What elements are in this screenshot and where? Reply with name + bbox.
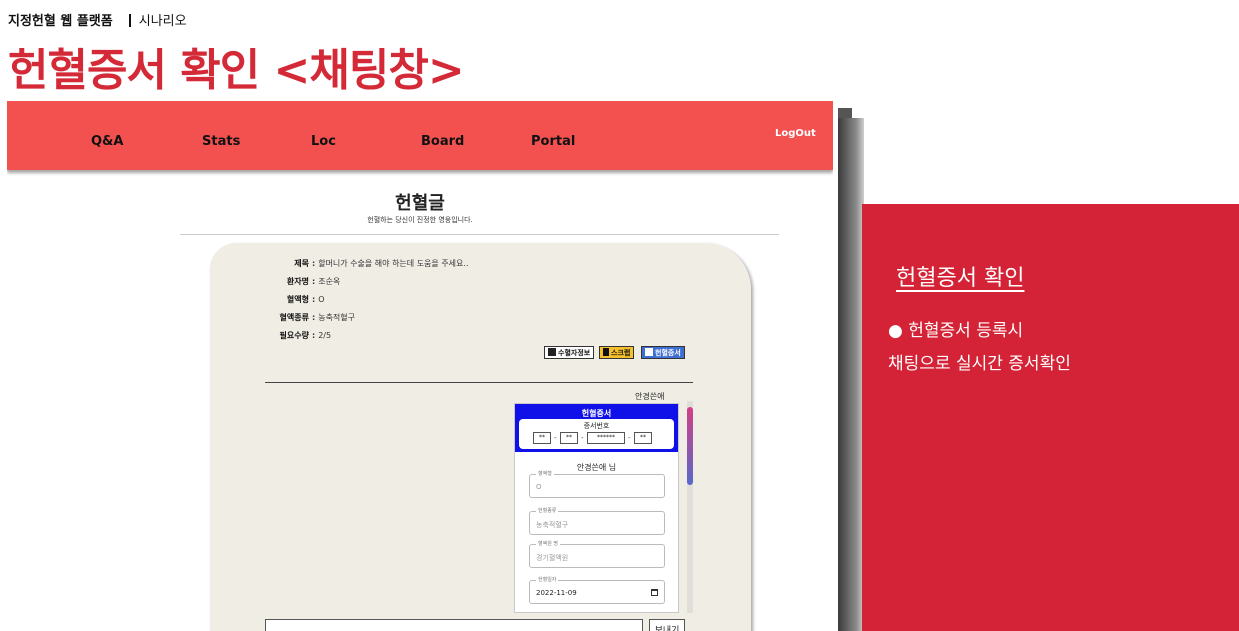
segment-dash: - xyxy=(581,434,584,442)
person-card-icon xyxy=(548,348,556,356)
nav-portal[interactable]: Portal xyxy=(531,134,575,149)
nav-board[interactable]: Board xyxy=(421,134,464,149)
post-field-value: 조순옥 xyxy=(318,277,341,286)
panel-title: 헌혈증서 확인 xyxy=(896,266,1025,291)
post-field-patient: 환자명: 조순옥 xyxy=(254,276,340,287)
certificate-number-segment: ****** xyxy=(587,432,625,444)
field-legend: 헌혈일자 xyxy=(536,576,559,583)
post-field-title: 제목: 할머니가 수술을 해야 하는데 도움을 주세요.. xyxy=(254,258,468,269)
breadcrumb-sub: 시나리오 xyxy=(138,14,187,29)
certificate-header: 헌혈증서 증서번호 ** - ** - ****** - ** xyxy=(515,404,678,452)
certificate-bloodcenter-field: 혈액원 명 경기혈액원 xyxy=(529,540,665,568)
field-value: 농축적혈구 xyxy=(536,521,569,529)
certificate-number-segment: ** xyxy=(533,432,551,444)
certificate-number-label: 증서번호 xyxy=(583,422,610,430)
post-field-bloodkind: 혈액종류: 농축적혈구 xyxy=(254,312,355,323)
page-title: 헌혈증서 확인 <채팅창> xyxy=(8,45,465,96)
button-label: 헌혈증서 xyxy=(655,349,681,357)
field-legend: 헌혈종류 xyxy=(536,507,559,514)
post-field-value: 할머니가 수술을 해야 하는데 도움을 주세요.. xyxy=(318,259,469,268)
certificate-title: 헌혈증서 xyxy=(581,409,612,418)
nav-loc[interactable]: Loc xyxy=(311,134,336,149)
nav-stats[interactable]: Stats xyxy=(202,134,240,149)
certificate-number-box: 증서번호 ** - ** - ****** - ** xyxy=(519,419,674,449)
recipient-info-button[interactable]: 수혈자정보 xyxy=(544,346,595,359)
screenshot-shadow xyxy=(838,118,864,631)
post-field-value: 농축적혈구 xyxy=(318,313,356,322)
certificate-button[interactable]: 헌혈증서 xyxy=(641,346,685,359)
scrap-button[interactable]: 스크랩 xyxy=(599,346,635,359)
field-value: 경기혈액원 xyxy=(536,554,569,562)
bookmark-icon xyxy=(603,348,609,356)
certificate-number-segment: ** xyxy=(634,432,652,444)
site-navbar: Q&A Stats Loc Board Portal LogOut xyxy=(7,101,833,170)
chat-message-input[interactable] xyxy=(265,619,643,631)
post-field-label: 제목 xyxy=(294,259,309,268)
chat-divider xyxy=(265,382,693,383)
button-label: 스크랩 xyxy=(611,349,631,357)
certificate-donation-type-field: 헌혈종류 농축적혈구 xyxy=(529,507,665,535)
calendar-icon xyxy=(651,589,658,596)
board-title: 헌혈글 xyxy=(395,193,445,214)
chat-sender-name: 안경쓴애 xyxy=(635,392,665,401)
breadcrumb-main: 지정헌혈 웹 플랫폼 xyxy=(8,14,113,29)
post-field-label: 필요수량 xyxy=(279,331,309,340)
website-screenshot: Q&A Stats Loc Board Portal LogOut 헌혈글 헌혈… xyxy=(7,101,833,631)
nav-qa[interactable]: Q&A xyxy=(91,134,123,149)
send-button[interactable]: 보내기 xyxy=(649,619,685,631)
board-subtitle: 헌혈하는 당신이 진정한 영웅입니다. xyxy=(367,216,473,224)
breadcrumb-divider xyxy=(128,14,131,27)
certificate-message: 헌혈증서 증서번호 ** - ** - ****** - ** 안경쓴애 님 혈… xyxy=(514,403,679,613)
post-field-label: 환자명 xyxy=(286,277,309,286)
chat-scrollbar-thumb[interactable] xyxy=(687,407,693,485)
description-panel: 헌혈증서 확인 ● 헌혈증서 등록시 채팅으로 실시간 증서확인 xyxy=(862,204,1239,631)
panel-text: 채팅으로 실시간 증서확인 xyxy=(888,354,1071,374)
certificate-icon xyxy=(645,348,653,356)
segment-dash: - xyxy=(628,434,631,442)
field-legend: 혈액형 xyxy=(536,470,554,477)
post-field-label: 혈액종류 xyxy=(279,313,309,322)
post-field-value: O xyxy=(318,295,325,304)
post-field-label: 혈액형 xyxy=(286,295,309,304)
button-label: 수혈자정보 xyxy=(558,349,591,357)
breadcrumb: 지정헌혈 웹 플랫폼 시나리오 xyxy=(8,10,187,29)
field-legend: 혈액원 명 xyxy=(536,540,560,547)
field-value: 2022-11-09 xyxy=(536,589,577,597)
panel-bullet: ● 헌혈증서 등록시 xyxy=(888,321,1024,341)
logout-link[interactable]: LogOut xyxy=(775,128,816,139)
certificate-date-field: 헌혈일자 2022-11-09 xyxy=(529,576,665,604)
certificate-number-segment: ** xyxy=(560,432,578,444)
board-divider xyxy=(180,234,779,235)
post-field-quantity: 필요수량:2/5 xyxy=(254,330,332,341)
segment-dash: - xyxy=(554,434,557,442)
post-field-bloodtype: 혈액형: O xyxy=(254,294,325,305)
field-value: O xyxy=(536,483,542,491)
post-field-value: 2/5 xyxy=(318,331,332,340)
certificate-bloodtype-field: 혈액형 O xyxy=(529,470,665,498)
